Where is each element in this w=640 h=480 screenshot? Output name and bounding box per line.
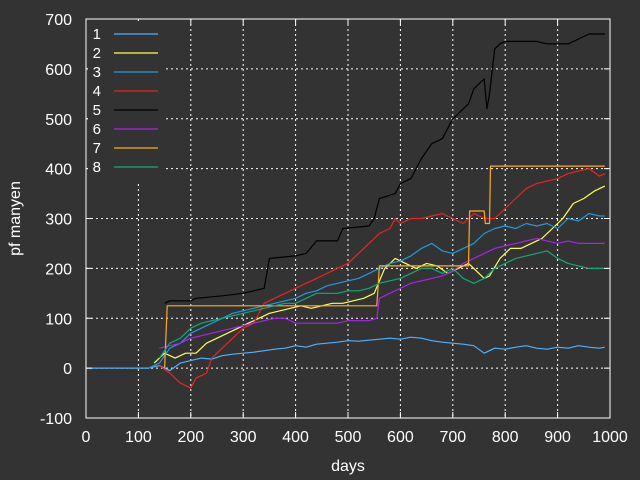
- legend-label-3: 3: [93, 64, 101, 81]
- x-tick-label: 300: [230, 429, 257, 446]
- y-tick-label: 100: [45, 311, 72, 328]
- line-chart: 0 100 200 300 400 500 600 700 800 900 1000 -100 0 10…: [7, 12, 628, 475]
- x-tick-label: 600: [387, 429, 414, 446]
- x-tick-label: 100: [125, 429, 152, 446]
- y-tick-label: 400: [45, 162, 72, 179]
- legend-label-5: 5: [93, 102, 101, 119]
- x-tick-label: 900: [544, 429, 571, 446]
- y-tick-label: 300: [45, 212, 72, 229]
- y-tick-label: 700: [45, 12, 72, 29]
- x-tick-label: 700: [439, 429, 466, 446]
- legend-label-6: 6: [93, 121, 101, 138]
- y-tick-label: 200: [45, 261, 72, 278]
- x-tick-label: 500: [335, 429, 362, 446]
- x-tick-label: 400: [282, 429, 309, 446]
- x-axis-label: days: [331, 458, 365, 475]
- x-tick-label: 1000: [592, 429, 628, 446]
- legend-label-8: 8: [93, 159, 101, 176]
- y-axis-label: pf manyen: [7, 181, 24, 256]
- y-tick-label: 0: [63, 361, 72, 378]
- x-tick-label: 0: [82, 429, 91, 446]
- legend-label-4: 4: [93, 83, 101, 100]
- x-tick-label: 200: [177, 429, 204, 446]
- y-tick-label: 600: [45, 62, 72, 79]
- legend-label-2: 2: [93, 45, 101, 62]
- legend: 1 2 3 4 5 6 7 8: [88, 21, 166, 181]
- legend-label-7: 7: [93, 140, 101, 157]
- y-tick-label: 500: [45, 112, 72, 129]
- y-tick-label: -100: [40, 411, 72, 428]
- legend-label-1: 1: [93, 26, 101, 43]
- x-tick-label: 800: [492, 429, 519, 446]
